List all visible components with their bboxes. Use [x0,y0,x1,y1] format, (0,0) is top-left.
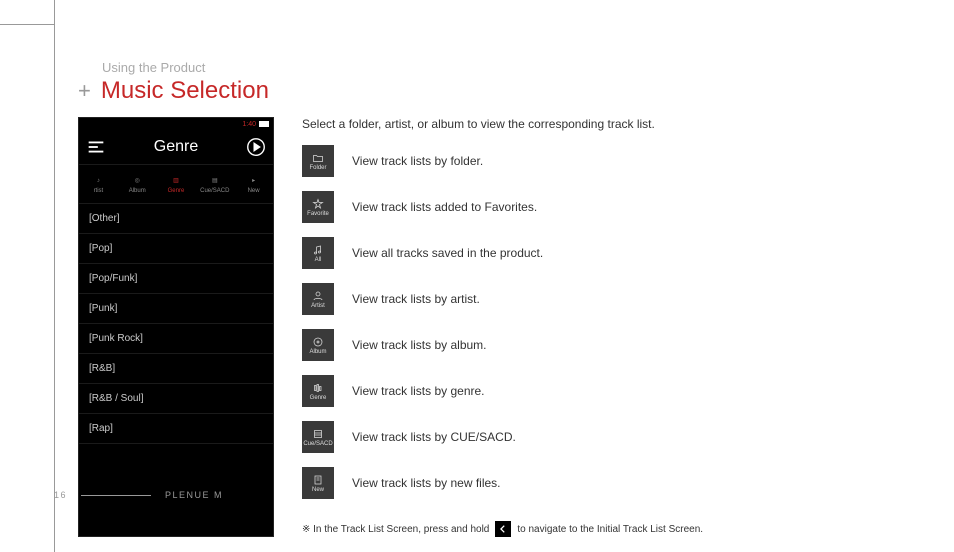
all-icon: All [302,237,334,269]
tab-album: ◎Album [118,165,157,203]
list-item: [R&B / Soul] [79,384,273,414]
tab-label: Album [129,188,146,194]
footnote: ※ In the Track List Screen, press and ho… [302,521,924,537]
album-icon: Album [302,329,334,361]
description-text: View track lists by genre. [352,384,485,398]
tab-label: Genre [168,188,185,194]
list-item: [Pop] [79,234,273,264]
description-text: View all tracks saved in the product. [352,246,543,260]
footnote-post: to navigate to the Initial Track List Sc… [517,524,703,535]
list-item: [R&B] [79,354,273,384]
description-text: View track lists added to Favorites. [352,200,537,214]
tab-label: New [248,188,260,194]
description-text: View track lists by new files. [352,476,501,490]
badge-label: Artist [311,303,325,309]
genre-list: [Other] [Pop] [Pop/Funk] [Punk] [Punk Ro… [79,204,273,444]
artist-icon: Artist [302,283,334,315]
cue-icon: Cue/SACD [302,421,334,453]
device-screenshot: 1:40 Genre ♪rtist ◎Album ▥Genre ▤ [78,117,274,537]
badge-label: Album [309,349,326,355]
page-footer: 16 PLENUE M [54,490,223,500]
section-label: Using the Product [102,60,924,75]
list-item: [Other] [79,204,273,234]
badge-label: All [315,257,322,263]
intro-text: Select a folder, artist, or album to vie… [302,117,924,131]
favorite-icon: Favorite [302,191,334,223]
screen-title: Genre [154,138,198,156]
folder-icon: Folder [302,145,334,177]
footer-rule [81,495,151,496]
plus-icon: + [78,78,91,104]
badge-label: Favorite [307,211,329,217]
tab-label: rtist [94,188,104,194]
margin-horizontal-rule [0,24,54,25]
status-time: 1:40 [242,121,256,128]
genre-icon: Genre [302,375,334,407]
list-item: [Punk Rock] [79,324,273,354]
tab-new: ▸New [234,165,273,203]
tab-artist: ♪rtist [79,165,118,203]
margin-vertical-rule [54,0,55,552]
new-icon: New [302,467,334,499]
status-bar: 1:40 [79,118,273,130]
list-item: [Punk] [79,294,273,324]
badge-label: Cue/SACD [303,441,332,447]
back-icon [495,521,511,537]
list-item: [Pop/Funk] [79,264,273,294]
badge-label: New [312,487,324,493]
description-text: View track lists by folder. [352,154,483,168]
page-title: Music Selection [101,77,269,105]
list-item: [Rap] [79,414,273,444]
description-text: View track lists by album. [352,338,487,352]
tab-label: Cue/SACD [200,188,229,194]
badge-label: Genre [310,395,327,401]
battery-icon [259,121,269,127]
menu-icon [85,136,107,158]
badge-label: Folder [309,165,326,171]
manual-page: Using the Product + Music Selection 1:40… [0,0,954,552]
category-tabs: ♪rtist ◎Album ▥Genre ▤Cue/SACD ▸New [79,164,273,204]
description-text: View track lists by CUE/SACD. [352,430,516,444]
page-number: 16 [54,490,67,500]
play-icon [245,136,267,158]
tab-genre: ▥Genre [157,165,196,203]
footnote-pre: ※ In the Track List Screen, press and ho… [302,524,489,535]
product-name: PLENUE M [165,490,223,500]
tab-cue: ▤Cue/SACD [195,165,234,203]
description-text: View track lists by artist. [352,292,480,306]
